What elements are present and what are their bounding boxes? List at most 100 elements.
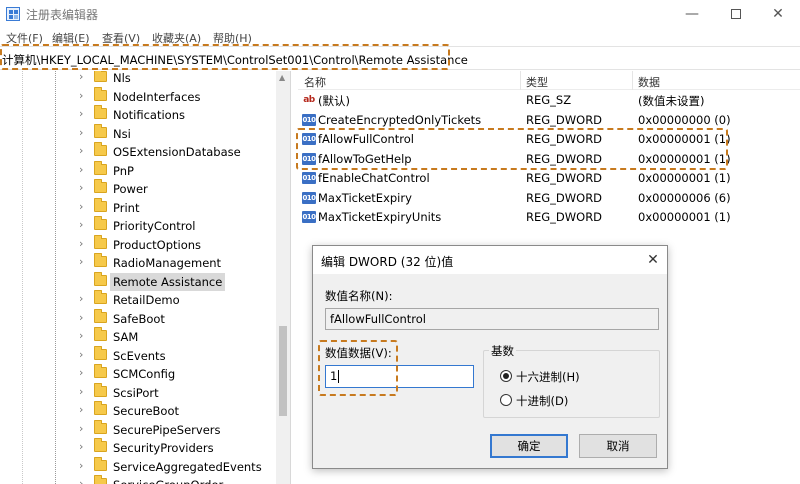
tree-item[interactable]: › SecurePipeServers bbox=[0, 419, 276, 440]
tree-item-label: PnP bbox=[113, 163, 134, 178]
maximize-button[interactable] bbox=[716, 0, 756, 28]
radix-hex-label[interactable]: 十六进制(H) bbox=[516, 369, 580, 385]
dialog-title: 编辑 DWORD (32 位)值 bbox=[321, 255, 454, 269]
folder-icon bbox=[94, 290, 107, 304]
value-type: REG_DWORD bbox=[526, 190, 603, 205]
chevron-right-icon[interactable]: › bbox=[79, 200, 83, 213]
value-type: REG_SZ bbox=[526, 93, 572, 107]
chevron-right-icon[interactable]: › bbox=[79, 403, 83, 416]
tree-item[interactable]: › Notifications bbox=[0, 105, 276, 125]
column-header-data[interactable]: 数据 bbox=[638, 74, 660, 90]
tree-item-label: Nls bbox=[113, 71, 131, 85]
tree-item[interactable]: › SecureBoot bbox=[0, 401, 276, 421]
value-row[interactable]: 010 MaxTicketExpiry REG_DWORD 0x00000006 (6… bbox=[298, 189, 800, 209]
tree-item-label: SecurityProviders bbox=[113, 441, 214, 455]
tree-item-label: ServiceGroupOrder bbox=[110, 476, 226, 484]
chevron-right-icon[interactable]: › bbox=[79, 218, 83, 231]
tree-item[interactable]: › NodeInterfaces bbox=[0, 86, 276, 107]
tree-item[interactable]: › SafeBoot bbox=[0, 308, 276, 329]
tree-item-label: ScsiPort bbox=[113, 385, 159, 400]
chevron-right-icon[interactable]: › bbox=[79, 477, 83, 484]
folder-icon bbox=[94, 364, 107, 378]
chevron-right-icon[interactable]: › bbox=[79, 163, 83, 176]
chevron-right-icon[interactable]: › bbox=[79, 181, 83, 194]
radix-dec-label[interactable]: 十进制(D) bbox=[516, 393, 568, 409]
tree-item[interactable]: › RadioManagement bbox=[0, 253, 276, 273]
value-row[interactable]: 010 MaxTicketExpiryUnits REG_DWORD 0x000000… bbox=[298, 208, 800, 228]
chevron-right-icon[interactable]: › bbox=[79, 255, 83, 268]
tree-item[interactable]: › SecurityProviders bbox=[0, 438, 276, 458]
chevron-right-icon[interactable]: › bbox=[79, 89, 83, 102]
chevron-right-icon[interactable]: › bbox=[79, 237, 83, 250]
chevron-right-icon[interactable]: › bbox=[79, 329, 83, 342]
folder-icon bbox=[94, 105, 107, 119]
tree-item[interactable]: › Power bbox=[0, 179, 276, 199]
tree-item[interactable]: › PriorityControl bbox=[0, 216, 276, 236]
cancel-button[interactable]: 取消 bbox=[579, 434, 657, 458]
chevron-right-icon[interactable]: › bbox=[79, 126, 83, 139]
chevron-right-icon[interactable]: › bbox=[79, 71, 83, 83]
value-data: (数值未设置) bbox=[638, 94, 705, 108]
column-divider[interactable] bbox=[632, 71, 633, 90]
chevron-right-icon[interactable]: › bbox=[79, 366, 83, 379]
radix-dec-radio[interactable] bbox=[500, 394, 512, 406]
value-name: CreateEncryptedOnlyTickets bbox=[318, 112, 482, 127]
tree-item[interactable]: Remote Assistance bbox=[0, 271, 276, 292]
column-divider[interactable] bbox=[520, 71, 521, 90]
folder-icon bbox=[94, 234, 107, 249]
tree-item[interactable]: › OSExtensionDatabase bbox=[0, 142, 276, 162]
tree-item[interactable]: › PnP bbox=[0, 160, 276, 181]
minimize-button[interactable]: — bbox=[672, 0, 712, 28]
value-row[interactable]: 010 fEnableChatControl REG_DWORD 0x00000001… bbox=[298, 169, 800, 189]
tree-item[interactable]: › Nsi bbox=[0, 123, 276, 144]
value-row[interactable]: ab (默认) REG_SZ (数值未设置) bbox=[298, 91, 800, 111]
chevron-right-icon[interactable]: › bbox=[79, 107, 83, 120]
chevron-right-icon[interactable]: › bbox=[79, 144, 83, 157]
folder-icon bbox=[94, 253, 107, 267]
chevron-right-icon[interactable]: › bbox=[79, 422, 83, 435]
close-button[interactable]: ✕ bbox=[758, 0, 798, 28]
tree-item[interactable]: › ServiceGroupOrder bbox=[0, 475, 276, 484]
tree-item-label: Remote Assistance bbox=[110, 272, 226, 291]
tree-item[interactable]: › ServiceAggregatedEvents bbox=[0, 456, 276, 477]
folder-icon bbox=[94, 345, 107, 360]
tree-item-label: PriorityControl bbox=[113, 219, 196, 233]
address-annotation-box bbox=[0, 44, 450, 70]
tree-item[interactable]: › SCMConfig bbox=[0, 364, 276, 384]
folder-icon bbox=[94, 401, 107, 415]
value-name-field: fAllowFullControl bbox=[325, 308, 659, 330]
window-title: 注册表编辑器 bbox=[26, 8, 99, 22]
ok-button[interactable]: 确定 bbox=[490, 434, 568, 458]
scroll-up-icon[interactable]: ▲ bbox=[279, 73, 285, 82]
value-name: fEnableChatControl bbox=[318, 171, 430, 185]
folder-icon bbox=[94, 71, 107, 82]
tree-item[interactable]: › Nls bbox=[0, 71, 276, 88]
tree-item[interactable]: › RetailDemo bbox=[0, 290, 276, 310]
tree-item-label: ScEvents bbox=[113, 348, 166, 363]
tree-item-label: SCMConfig bbox=[113, 367, 176, 381]
tree-item[interactable]: › Print bbox=[0, 197, 276, 218]
binary-value-icon: 010 bbox=[302, 113, 316, 126]
column-header-name[interactable]: 名称 bbox=[304, 74, 326, 90]
folder-icon bbox=[94, 308, 107, 323]
column-header-type[interactable]: 类型 bbox=[526, 74, 548, 90]
chevron-right-icon[interactable]: › bbox=[79, 311, 83, 324]
tree-item-label: SecurePipeServers bbox=[113, 422, 221, 437]
chevron-right-icon[interactable]: › bbox=[79, 459, 83, 472]
tree-item[interactable]: › ProductOptions bbox=[0, 234, 276, 255]
folder-icon bbox=[94, 327, 107, 341]
values-annotation-box bbox=[296, 128, 728, 170]
tree-item[interactable]: › ScEvents bbox=[0, 345, 276, 366]
radix-hex-radio[interactable] bbox=[500, 370, 512, 382]
chevron-right-icon[interactable]: › bbox=[79, 348, 83, 361]
chevron-right-icon[interactable]: › bbox=[79, 385, 83, 398]
folder-icon bbox=[94, 160, 107, 175]
maximize-icon bbox=[731, 9, 741, 19]
chevron-right-icon[interactable]: › bbox=[79, 440, 83, 453]
tree-scrollbar[interactable]: ▲ bbox=[276, 71, 290, 484]
tree-item[interactable]: › ScsiPort bbox=[0, 382, 276, 403]
tree-item[interactable]: › SAM bbox=[0, 327, 276, 347]
chevron-right-icon[interactable]: › bbox=[79, 292, 83, 305]
tree-scroll-thumb[interactable] bbox=[279, 326, 287, 416]
dialog-close-icon[interactable]: ✕ bbox=[643, 250, 663, 270]
